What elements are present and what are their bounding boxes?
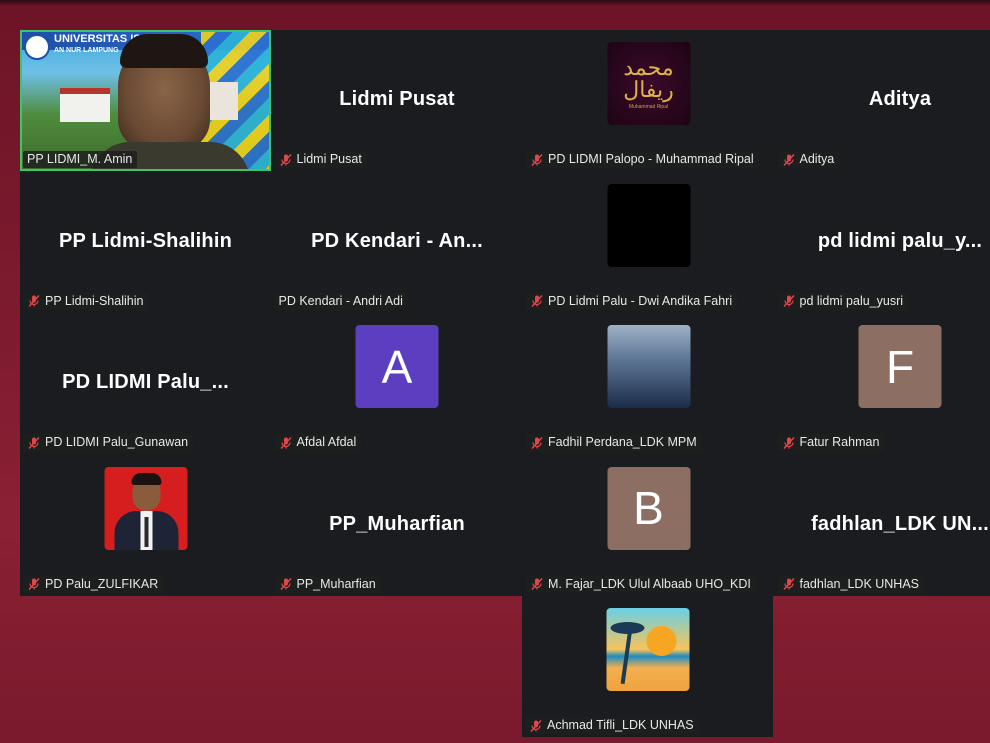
participant-name: Lidmi Pusat [296,152,362,166]
participant-name: PD Lidmi Palu - Dwi Andika Fahri [548,293,733,308]
participant-display-name: fadhlan_LDK UN... [811,512,989,535]
participant-tile[interactable]: A Afdal Afdal [271,313,523,454]
participant-display-name: PD Kendari - An... [311,229,483,252]
participant-name-label: PD Palu_ZULFIKAR [23,575,164,593]
participant-tile[interactable]: pd lidmi palu_y...pd lidmi palu_yusri [774,171,990,313]
mic-muted-icon [530,577,548,591]
participant-name: M. Fajar_LDK Ulul Albaab UHO_KDI [548,576,751,591]
participant-name-label: Afdal Afdal [274,434,362,451]
participant-tile[interactable]: محمد ريفال Muhammad Ripal PD LIDMI Palopo… [523,30,774,171]
participant-tile[interactable]: PP_Muharfian PP_Muharfian [271,454,523,596]
participant-name: Achmad Tifli_LDK UNHAS [547,718,694,732]
participant-name-label: fadhlan_LDK UNHAS [777,575,925,593]
mic-muted-icon [530,153,548,167]
avatar-letter: B [607,466,690,550]
video-feed: UNIVERSITAS IS AN NUR LAMPUNG [20,30,271,171]
mic-muted-icon [530,436,548,450]
participant-tile[interactable]: UNIVERSITAS IS AN NUR LAMPUNG PP LIDMI_M… [20,30,271,171]
participant-tile[interactable]: PD Kendari - An... PD Kendari - Andri Adi [271,171,523,313]
mic-muted-icon [782,436,800,450]
participant-grid: UNIVERSITAS IS AN NUR LAMPUNG PP LIDMI_M… [20,30,990,596]
mic-muted-icon [27,294,45,308]
video-overlay-line2: AN NUR LAMPUNG [54,47,119,54]
participant-name: Aditya [799,152,835,166]
participant-display-name: pd lidmi palu_y... [817,229,983,252]
participant-name: PP_Muharfian [296,576,376,591]
mic-muted-icon [782,577,800,591]
participant-name-label: M. Fajar_LDK Ulul Albaab UHO_KDI [526,575,756,593]
participant-tile[interactable]: Aditya Aditya [774,30,990,171]
participant-name: PP Lidmi-Shalihin [45,293,144,308]
participant-tile[interactable]: B M. Fajar_LDK Ulul Albaab UHO_KDI [523,454,774,596]
participant-name-label: pd lidmi palu_yusri [777,292,909,310]
avatar-black-image [607,183,690,267]
mic-muted-icon [279,577,297,591]
participant-name: PP LIDMI_M. Amin [27,152,133,166]
participant-name-label: Lidmi Pusat [274,151,367,168]
participant-name: fadhlan_LDK UNHAS [799,576,920,591]
participant-name-label: PP Lidmi-Shalihin [23,292,149,310]
participant-tile[interactable]: fadhlan_LDK UN... fadhlan_LDK UNHAS [774,454,990,596]
university-logo [24,34,50,60]
participant-tile[interactable]: Lidmi Pusat Lidmi Pusat [271,30,523,171]
participant-tile[interactable]: PD Lidmi Palu - Dwi Andika Fahri [523,171,774,313]
mic-muted-icon [530,294,548,308]
participant-name-label: Achmad Tifli_LDK UNHAS [525,717,699,734]
participant-name: Fadhil Perdana_LDK MPM [548,435,697,449]
avatar-letter: A [355,325,439,408]
avatar-beach-image [606,608,689,691]
mic-muted-icon [529,719,547,733]
mic-muted-icon [27,577,45,591]
participant-display-name: PP Lidmi-Shalihin [58,229,233,252]
participant-name: PD LIDMI Palopo - Muhammad Ripal [548,152,754,166]
participant-name: PD LIDMI Palu_Gunawan [45,435,189,449]
participant-name-label: PD LIDMI Palopo - Muhammad Ripal [526,151,759,168]
mic-muted-icon [782,294,800,308]
participant-name: PD Kendari - Andri Adi [278,293,403,308]
participant-name-label: PP LIDMI_M. Amin [23,151,138,168]
participant-tile[interactable]: PP Lidmi-Shalihin PP Lidmi-Shalihin [20,171,271,313]
participant-name-label: Aditya [777,151,840,168]
participant-name-label: PD LIDMI Palu_Gunawan [23,434,194,451]
participant-display-name: PP_Muharfian [329,512,465,535]
avatar-gradient-image [607,325,690,408]
participant-display-name: Aditya [868,88,932,110]
mic-muted-icon [279,153,297,167]
participant-name: Afdal Afdal [296,435,357,449]
participant-name: pd lidmi palu_yusri [799,293,904,308]
participant-tile-extra[interactable]: Achmad Tifli_LDK UNHAS [522,596,773,737]
participant-name-label: PD Kendari - Andri Adi [274,292,408,310]
participant-name-label: PD Lidmi Palu - Dwi Andika Fahri [526,292,738,310]
participant-display-name: PD LIDMI Palu_... [62,371,229,393]
participant-tile[interactable]: PD LIDMI Palu_... PD LIDMI Palu_Gunawan [20,313,271,454]
avatar-initial: A [381,340,413,393]
participant-name-label: Fatur Rahman [777,434,885,451]
participant-tile[interactable]: PD Palu_ZULFIKAR [20,454,271,596]
mic-muted-icon [782,153,800,167]
participant-name: PD Palu_ZULFIKAR [45,576,159,591]
calligraphy-caption: Muhammad Ripal [628,103,669,110]
mic-muted-icon [27,436,45,450]
participant-name: Fatur Rahman [799,435,880,449]
avatar-initial: F [885,340,915,393]
participant-name-label: PP_Muharfian [274,575,381,593]
participant-display-name: Lidmi Pusat [339,88,455,110]
avatar-calligraphy-image: محمد ريفال Muhammad Ripal [607,42,690,125]
avatar-initial: B [633,482,664,534]
participant-tile[interactable]: F Fatur Rahman [774,313,990,454]
avatar-person-photo [104,466,187,550]
participant-tile[interactable]: Fadhil Perdana_LDK MPM [523,313,774,454]
mic-muted-icon [279,436,297,450]
participant-name-label: Fadhil Perdana_LDK MPM [526,434,702,451]
avatar-letter: F [858,325,942,408]
